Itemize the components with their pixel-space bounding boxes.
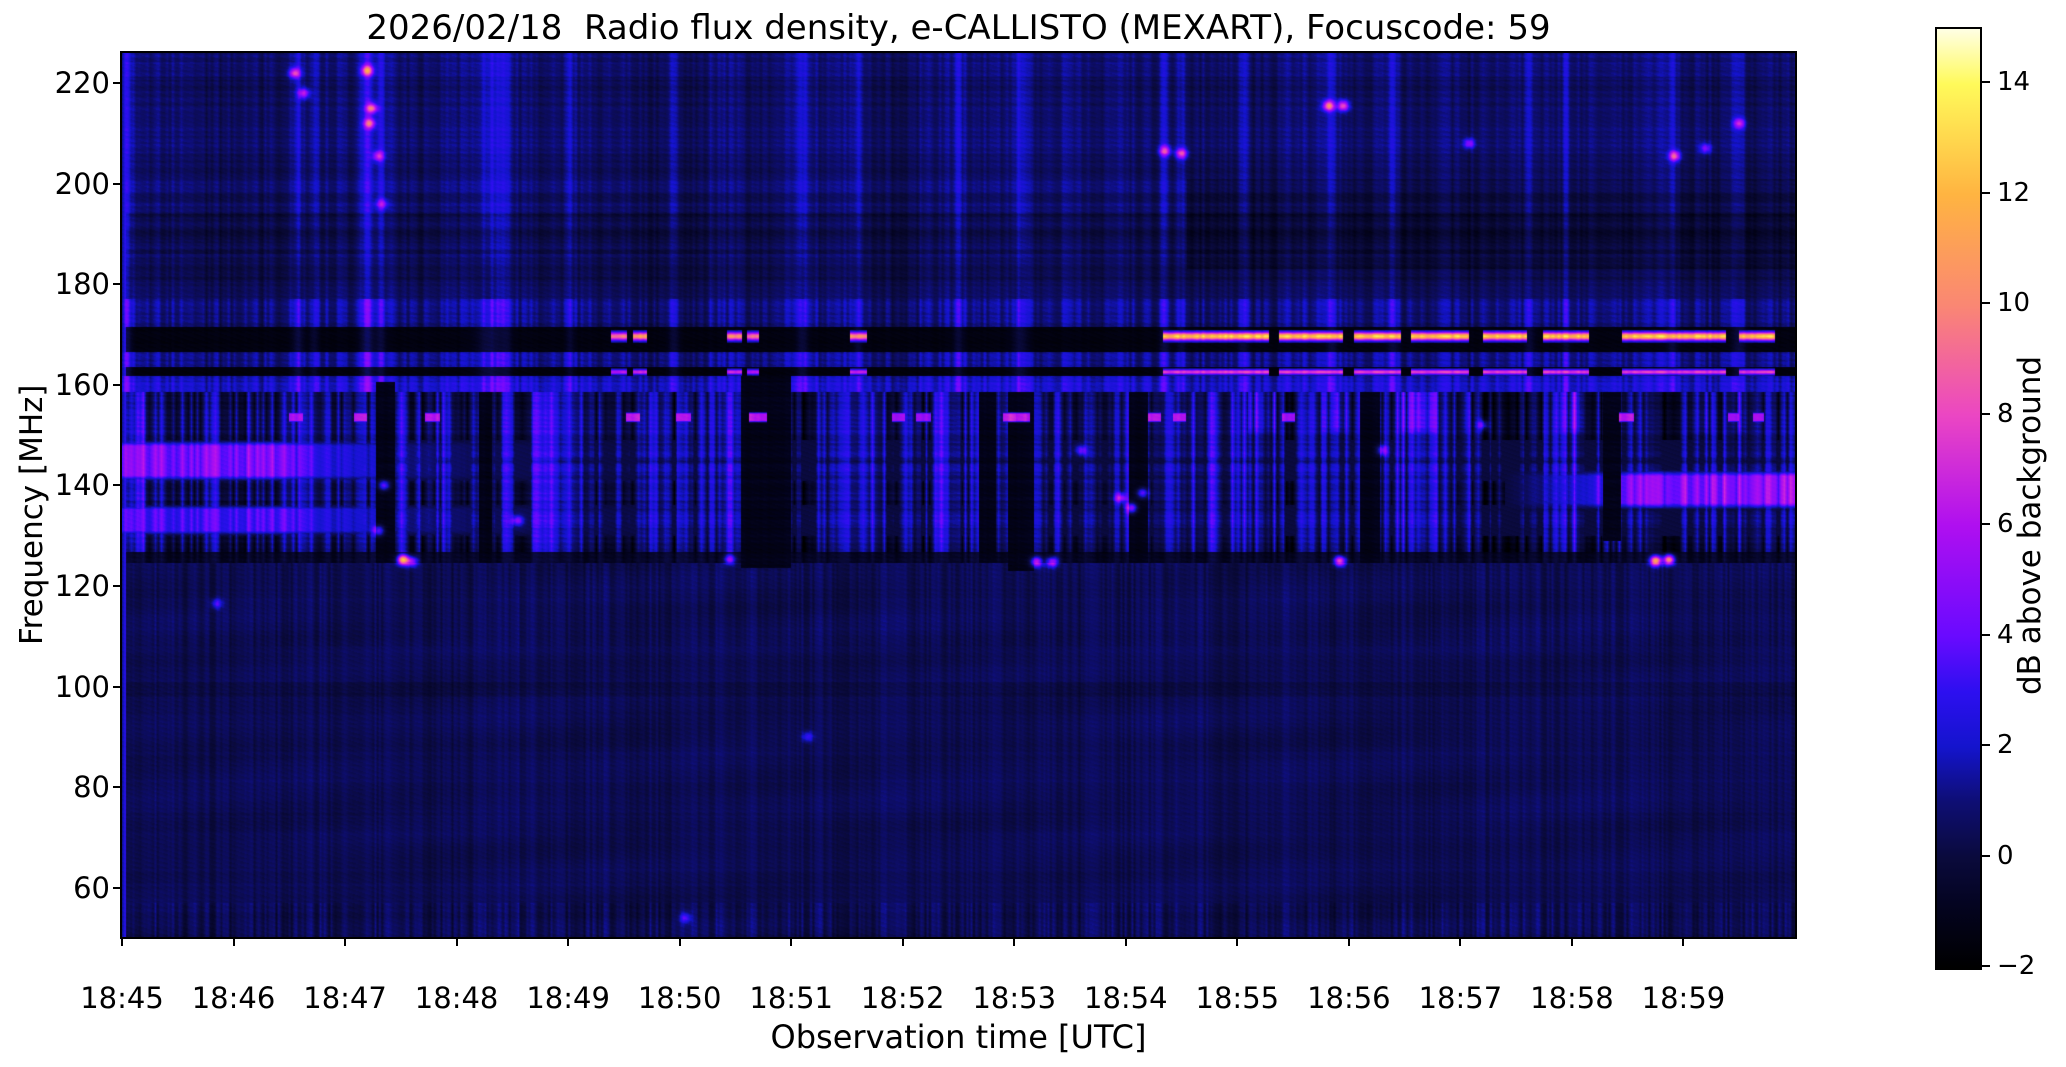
colorbar-tick-label: −2 [1997,951,2036,981]
colorbar-tick-mark [1982,523,1990,526]
plot-area [120,51,1797,939]
chart-title: 2026/02/18 Radio flux density, e-CALLIST… [366,8,1551,48]
x-tick-label: 18:55 [1195,981,1280,1015]
y-tick-mark [113,786,122,789]
x-tick-label: 18:59 [1641,981,1726,1015]
colorbar-tick-mark [1982,854,1990,857]
y-tick-mark [113,585,122,587]
x-tick-label: 18:52 [860,981,945,1015]
spectrogram-figure: 2026/02/18 Radio flux density, e-CALLIST… [0,0,2066,1067]
y-tick-mark [113,886,122,889]
y-tick-mark [113,685,122,688]
y-tick-mark [113,383,122,386]
colorbar-tick-mark [1982,191,1990,194]
colorbar-tick-mark [1982,633,1990,636]
y-tick-label: 60 [73,870,110,905]
x-tick-label: 18:57 [1418,981,1503,1015]
y-tick-label: 120 [54,569,110,603]
x-tick-label: 18:49 [526,981,610,1015]
x-tick-mark [232,937,235,946]
colorbar [1935,27,1982,970]
colorbar-tick-mark [1982,412,1990,415]
x-tick-label: 18:51 [749,981,833,1015]
x-tick-label: 18:46 [191,981,276,1015]
y-axis-label: Frequency [MHz] [14,384,50,646]
y-tick-label: 220 [54,66,110,101]
y-tick-label: 140 [54,468,110,503]
y-tick-mark [113,82,122,85]
colorbar-tick-label: 2 [1997,730,2014,761]
x-tick-label: 18:48 [414,981,499,1015]
colorbar-tick-label: 14 [1997,67,2031,98]
x-tick-mark [1013,937,1016,946]
x-tick-label: 18:53 [972,981,1057,1015]
x-tick-mark [1347,937,1350,946]
colorbar-tick-mark [1982,302,1990,305]
colorbar-tick-mark [1982,965,1990,967]
colorbar-tick-label: 0 [1997,840,2014,871]
x-axis-label: Observation time [UTC] [770,1018,1147,1056]
spectrogram-canvas [122,53,1795,937]
colorbar-tick-mark [1982,81,1990,84]
colorbar-tick-label: 12 [1997,177,2031,208]
x-tick-mark [567,937,570,946]
x-tick-mark [1570,937,1573,946]
x-tick-mark [344,937,347,946]
x-tick-label: 18:45 [80,981,164,1015]
x-tick-mark [121,937,123,946]
y-tick-label: 160 [54,367,110,402]
y-tick-label: 180 [54,267,110,302]
x-tick-label: 18:58 [1530,981,1614,1015]
y-tick-mark [113,283,122,286]
x-tick-mark [455,937,458,946]
x-tick-mark [901,937,904,946]
x-tick-mark [678,937,681,946]
x-tick-mark [790,937,793,946]
x-tick-mark [1124,937,1127,946]
x-tick-mark [1682,937,1685,946]
colorbar-tick-label: 10 [1997,288,2031,319]
y-tick-label: 80 [73,770,110,805]
x-tick-label: 18:56 [1307,981,1391,1015]
x-tick-label: 18:50 [637,981,722,1015]
y-tick-label: 200 [54,166,110,201]
x-tick-label: 18:54 [1084,981,1168,1015]
colorbar-tick-mark [1982,744,1990,747]
y-tick-label: 100 [54,669,110,704]
y-tick-mark [113,182,122,185]
x-tick-mark [1236,937,1239,946]
y-tick-mark [113,484,122,487]
x-tick-mark [1459,937,1462,946]
colorbar-label: dB above background [2012,355,2048,695]
x-tick-label: 18:47 [303,981,387,1015]
